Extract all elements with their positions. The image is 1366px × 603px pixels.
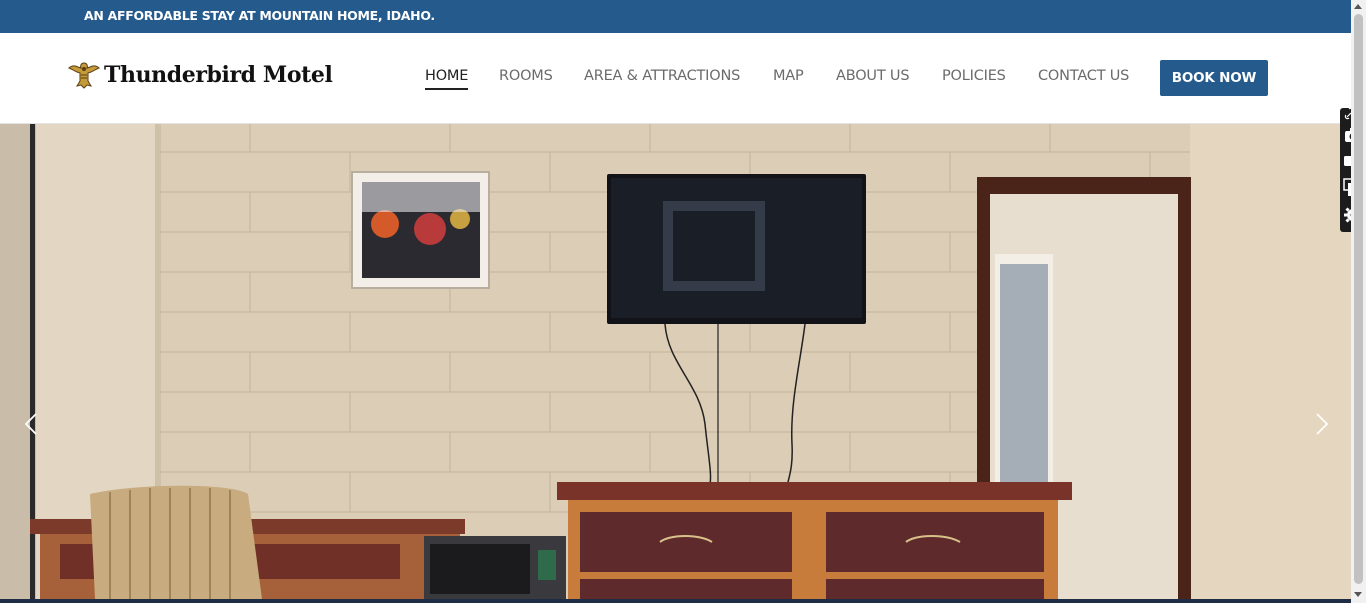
nav-home[interactable]: HOME	[425, 68, 469, 90]
site-header: Thunderbird Motel HOME ROOMS AREA & ATTR…	[0, 33, 1351, 124]
scrollbar-thumb[interactable]	[1354, 14, 1363, 584]
nav-rooms[interactable]: ROOMS	[499, 68, 553, 84]
nav-policies[interactable]: POLICIES	[942, 68, 1006, 84]
nav-area-attractions[interactable]: AREA & ATTRACTIONS	[584, 68, 740, 84]
chevron-left-icon[interactable]	[20, 412, 44, 436]
nav-map[interactable]: MAP	[773, 68, 804, 84]
motel-room-photo-icon	[0, 124, 1351, 599]
thunderbird-emblem-icon	[68, 62, 100, 89]
tagline-text: AN AFFORDABLE STAY AT MOUNTAIN HOME, IDA…	[84, 8, 435, 23]
scroll-down-icon[interactable]	[1354, 592, 1362, 597]
nav-about-us[interactable]: ABOUT US	[836, 68, 910, 84]
announcement-bar: AN AFFORDABLE STAY AT MOUNTAIN HOME, IDA…	[0, 0, 1351, 33]
chevron-right-icon[interactable]	[1309, 412, 1333, 436]
logo-text: Thunderbird Motel	[104, 62, 333, 88]
scroll-up-icon[interactable]	[1354, 4, 1362, 9]
footer-edge	[0, 599, 1351, 603]
page-scrollbar[interactable]	[1351, 0, 1366, 603]
book-now-button[interactable]: BOOK NOW	[1160, 60, 1268, 96]
nav-contact-us[interactable]: CONTACT US	[1038, 68, 1129, 84]
hero-slider	[0, 124, 1351, 599]
site-logo[interactable]: Thunderbird Motel	[68, 59, 333, 91]
